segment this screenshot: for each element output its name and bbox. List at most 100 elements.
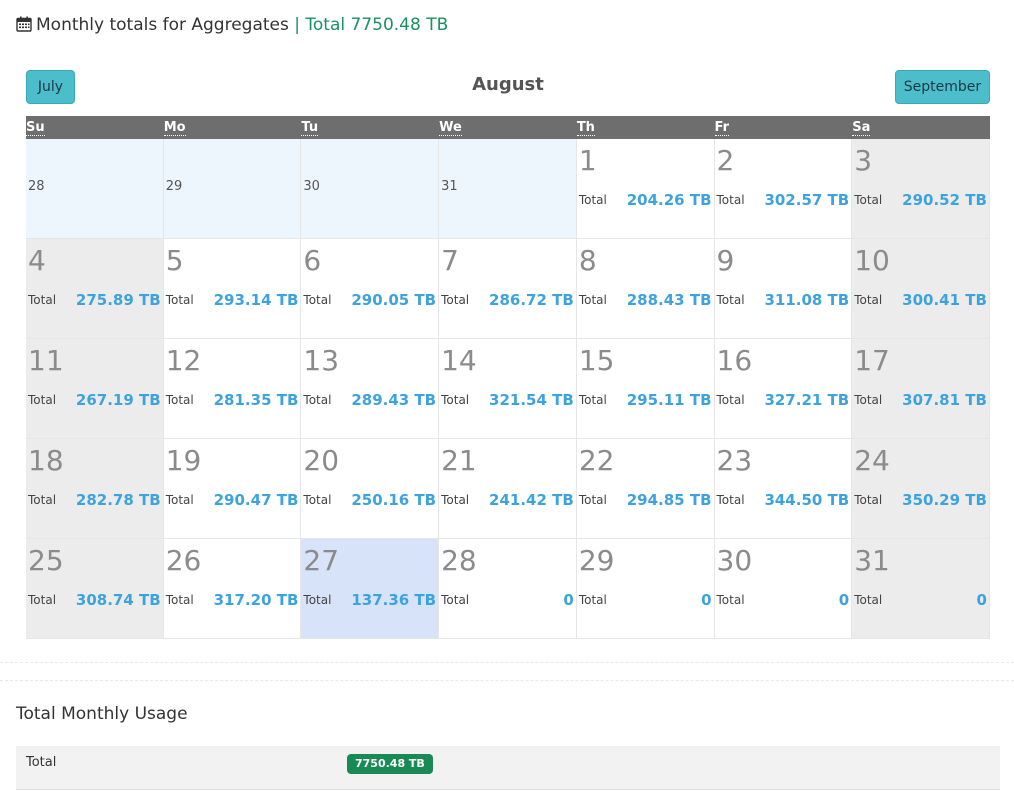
day-number: 8 (578, 244, 597, 277)
calendar-day[interactable]: 29 Total 0 (576, 539, 715, 639)
calendar-day[interactable]: 14 Total 321.54 TB (439, 339, 577, 439)
day-total-label: Total (303, 493, 332, 507)
calendar-day[interactable]: 4 Total 275.89 TB (26, 239, 164, 339)
day-total-label: Total (578, 193, 607, 207)
weekday-label: Sa (852, 120, 871, 136)
calendar-day[interactable]: 28 Total 0 (439, 539, 577, 639)
page-title: Monthly totals for Aggregates (36, 15, 289, 35)
calendar-day[interactable]: 26 Total 317.20 TB (163, 539, 302, 639)
day-total-value: 275.89 TB (75, 291, 161, 309)
day-total-label: Total (578, 393, 607, 407)
calendar-week-row: 25 Total 308.74 TB 26 Total 317.20 TB 27 Total 1… (26, 539, 990, 639)
calendar-day[interactable]: 28 (26, 139, 164, 239)
calendar-day[interactable]: 30 Total 0 (714, 539, 853, 639)
day-total-label: Total (716, 193, 745, 207)
day-total-label: Total (441, 493, 470, 507)
day-total-label: Total (303, 593, 332, 607)
calendar-day[interactable]: 3 Total 290.52 TB (852, 139, 990, 239)
weekday-header: Su Mo Tu We Th Fr Sa (26, 116, 990, 139)
day-total-value: 290.52 TB (902, 191, 987, 209)
day-total-value: 300.41 TB (902, 291, 987, 309)
calendar-day[interactable]: 7 Total 286.72 TB (439, 239, 577, 339)
day-total-label: Total (854, 193, 883, 207)
calendar-day[interactable]: 23 Total 344.50 TB (714, 439, 853, 539)
day-total-value: 294.85 TB (626, 491, 712, 509)
day-total-value: 350.29 TB (902, 491, 987, 509)
weekday-label: Su (26, 120, 45, 136)
day-number: 30 (303, 179, 320, 194)
day-total-value: 308.74 TB (75, 591, 161, 609)
calendar-day[interactable]: 9 Total 311.08 TB (714, 239, 853, 339)
calendar-day[interactable]: 21 Total 241.42 TB (439, 439, 577, 539)
calendar-day[interactable]: 5 Total 293.14 TB (163, 239, 302, 339)
calendar-day[interactable]: 15 Total 295.11 TB (576, 339, 715, 439)
day-number: 15 (578, 344, 615, 377)
calendar-day[interactable]: 8 Total 288.43 TB (576, 239, 715, 339)
day-total-value: 0 (563, 591, 574, 609)
day-number: 11 (28, 344, 64, 377)
calendar-day[interactable]: 10 Total 300.41 TB (852, 239, 990, 339)
day-total-label: Total (716, 493, 745, 507)
day-total-label: Total (28, 593, 57, 607)
weekday-label: Tu (301, 120, 319, 136)
day-total-label: Total (165, 293, 194, 307)
day-total-label: Total (578, 493, 607, 507)
day-total-label: Total (165, 493, 194, 507)
day-total-value: 281.35 TB (213, 391, 299, 409)
calendar-day[interactable]: 22 Total 294.85 TB (576, 439, 715, 539)
day-number: 31 (441, 179, 458, 194)
calendar-day[interactable]: 12 Total 281.35 TB (163, 339, 302, 439)
calendar-day[interactable]: 31 Total 0 (852, 539, 990, 639)
day-total-label: Total (28, 493, 57, 507)
day-total-label: Total (165, 593, 194, 607)
calendar-day[interactable]: 11 Total 267.19 TB (26, 339, 164, 439)
usage-section-title: Total Monthly Usage (16, 704, 188, 724)
day-number: 13 (303, 344, 340, 377)
day-number: 4 (28, 244, 46, 277)
day-total-value: 0 (701, 591, 712, 609)
day-number: 25 (28, 544, 64, 577)
calendar-day[interactable]: 18 Total 282.78 TB (26, 439, 164, 539)
next-month-button[interactable]: September (895, 70, 990, 104)
calendar-day[interactable]: 24 Total 350.29 TB (852, 439, 990, 539)
day-total-label: Total (303, 393, 332, 407)
day-total-label: Total (165, 393, 194, 407)
day-number: 18 (28, 444, 64, 477)
calendar-day[interactable]: 6 Total 290.05 TB (301, 239, 440, 339)
day-total-value: 344.50 TB (764, 491, 850, 509)
day-total-value: 290.05 TB (351, 291, 437, 309)
day-number: 10 (854, 244, 890, 277)
calendar-day[interactable]: 31 (439, 139, 577, 239)
calendar-day[interactable]: 2 Total 302.57 TB (714, 139, 853, 239)
calendar-week-row: 18 Total 282.78 TB 19 Total 290.47 TB 20 Total 2… (26, 439, 990, 539)
day-number: 12 (165, 344, 202, 377)
day-total-value: 295.11 TB (626, 391, 712, 409)
calendar-day[interactable]: 20 Total 250.16 TB (301, 439, 440, 539)
weekday-label: Th (576, 120, 595, 136)
calendar-day[interactable]: 16 Total 327.21 TB (714, 339, 853, 439)
calendar-day[interactable]: 17 Total 307.81 TB (852, 339, 990, 439)
calendar-day-today[interactable]: 27 Total 137.36 TB (301, 539, 440, 639)
usage-total-badge: 7750.48 TB (347, 754, 433, 774)
section-divider (0, 662, 1014, 681)
day-number: 28 (28, 179, 45, 194)
day-total-value: 137.36 TB (351, 591, 437, 609)
usage-row: Total 7750.48 TB (16, 746, 1000, 790)
day-number: 2 (716, 144, 735, 177)
day-total-label: Total (578, 593, 607, 607)
day-number: 7 (441, 244, 459, 277)
calendar-day[interactable]: 19 Total 290.47 TB (163, 439, 302, 539)
calendar-grid: Su Mo Tu We Th Fr Sa 28 29 30 31 1 Total 204.2… (26, 116, 990, 639)
calendar-day[interactable]: 1 Total 204.26 TB (576, 139, 715, 239)
calendar-day[interactable]: 13 Total 289.43 TB (301, 339, 440, 439)
day-total-label: Total (28, 293, 57, 307)
day-total-value: 250.16 TB (351, 491, 437, 509)
calendar-weeks: 28 29 30 31 1 Total 204.26 TB 2 Total 302.57 TB 3 T… (26, 139, 990, 639)
day-total-value: 282.78 TB (75, 491, 161, 509)
day-total-value: 0 (838, 591, 850, 609)
weekday-label: Fr (714, 120, 729, 136)
calendar-day[interactable]: 30 (301, 139, 440, 239)
calendar-day[interactable]: 29 (163, 139, 302, 239)
calendar-day[interactable]: 25 Total 308.74 TB (26, 539, 164, 639)
day-total-value: 267.19 TB (75, 391, 161, 409)
